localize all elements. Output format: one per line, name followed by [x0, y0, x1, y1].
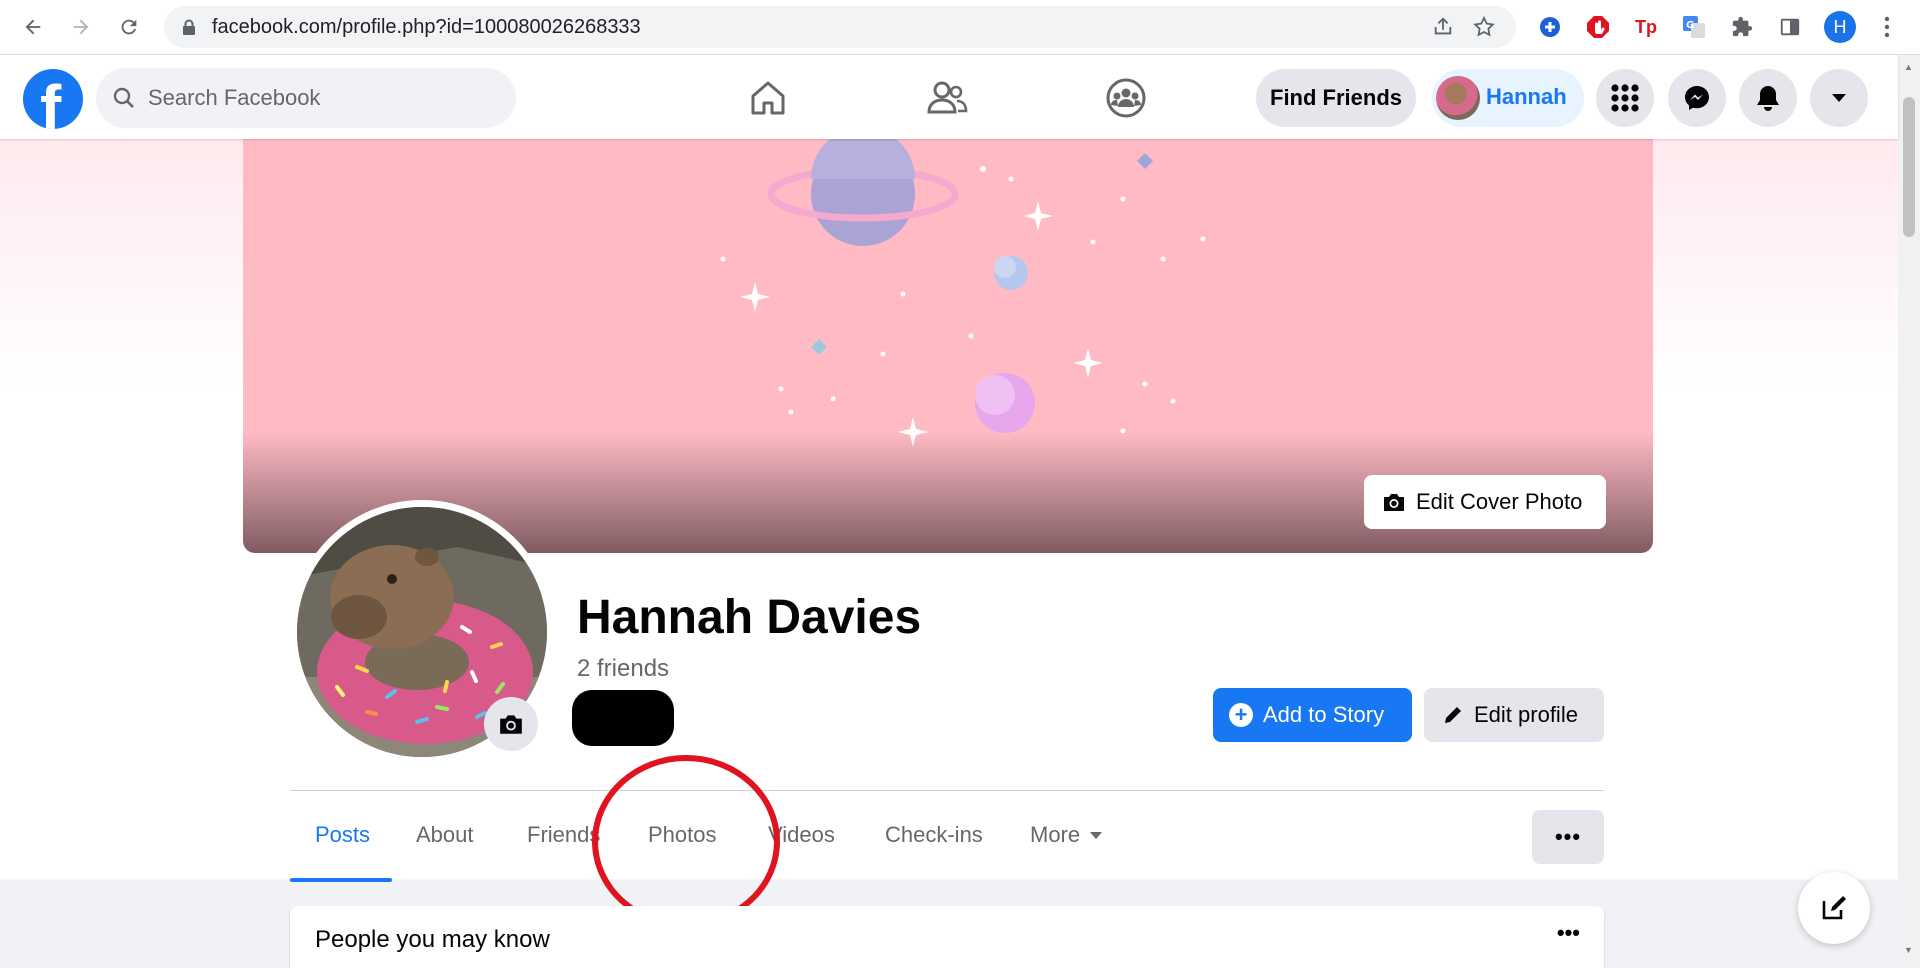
friends-icon[interactable]	[924, 75, 970, 121]
bookmark-star-icon[interactable]	[1472, 15, 1496, 39]
camera-icon	[1384, 494, 1404, 511]
edit-profile-button[interactable]: Edit profile	[1424, 688, 1604, 742]
active-tab-indicator	[290, 878, 392, 882]
groups-icon[interactable]	[1103, 75, 1149, 121]
browser-profile-avatar[interactable]: H	[1824, 11, 1856, 43]
page-scrollbar[interactable]: ▲ ▼	[1898, 55, 1920, 968]
reload-icon[interactable]	[114, 12, 144, 42]
notifications-bell-icon[interactable]	[1739, 69, 1797, 127]
tab-friends[interactable]: Friends	[527, 822, 600, 848]
tab-about[interactable]: About	[416, 822, 474, 848]
translate-icon[interactable]: G	[1680, 13, 1708, 41]
adblock-icon[interactable]	[1584, 13, 1612, 41]
find-friends-button[interactable]: Find Friends	[1256, 69, 1416, 127]
grammarly-icon[interactable]	[1536, 13, 1564, 41]
profile-more-options-button[interactable]: •••	[1532, 810, 1604, 864]
lock-icon	[183, 19, 195, 35]
profile-shortcut-name: Hannah	[1486, 84, 1567, 109]
share-icon[interactable]	[1432, 16, 1454, 38]
new-message-button[interactable]	[1798, 872, 1870, 944]
facebook-logo-icon[interactable]: f	[23, 69, 83, 129]
compose-icon	[1822, 896, 1846, 920]
edit-profile-label: Edit profile	[1474, 702, 1578, 727]
browser-toolbar: facebook.com/profile.php?id=100080026268…	[0, 0, 1920, 55]
add-to-story-button[interactable]: + Add to Story	[1213, 688, 1412, 742]
profile-shortcut[interactable]: Hannah	[1432, 69, 1584, 127]
edit-cover-photo-label: Edit Cover Photo	[1416, 489, 1583, 514]
redacted-block	[572, 690, 674, 746]
tp-icon[interactable]: Tp	[1632, 13, 1660, 41]
home-icon[interactable]	[745, 75, 791, 121]
edit-cover-photo-button[interactable]: Edit Cover Photo	[1364, 475, 1606, 529]
plus-icon: +	[1229, 703, 1253, 727]
address-bar[interactable]: facebook.com/profile.php?id=100080026268…	[164, 6, 1516, 48]
url-text: facebook.com/profile.php?id=100080026268…	[212, 16, 641, 38]
add-to-story-label: Add to Story	[1263, 702, 1385, 727]
search-input[interactable]	[148, 82, 478, 114]
tab-posts[interactable]: Posts	[315, 822, 370, 848]
messenger-icon[interactable]	[1668, 69, 1726, 127]
forward-icon[interactable]	[66, 12, 96, 42]
search-icon	[113, 87, 134, 108]
tab-check-ins[interactable]: Check-ins	[885, 822, 983, 848]
friends-count[interactable]: 2 friends	[577, 655, 669, 683]
card-title: People you may know	[315, 926, 550, 953]
profile-name: Hannah Davies	[577, 591, 922, 644]
change-profile-picture-button[interactable]	[484, 697, 538, 751]
card-options-button[interactable]: •••	[1557, 920, 1580, 946]
pencil-icon	[1445, 707, 1461, 723]
scroll-down-arrow-icon[interactable]: ▼	[1904, 945, 1913, 955]
back-icon[interactable]	[18, 12, 48, 42]
browser-menu-icon[interactable]	[1872, 12, 1902, 42]
svg-text:G: G	[1686, 20, 1694, 31]
scrollbar-thumb[interactable]	[1903, 97, 1915, 237]
search-box[interactable]	[96, 68, 516, 128]
puzzle-icon[interactable]	[1728, 13, 1756, 41]
menu-grid-icon[interactable]	[1596, 69, 1654, 127]
tab-more[interactable]: More	[1030, 822, 1103, 848]
caret-down-icon	[1090, 832, 1103, 839]
tab-more-label: More	[1030, 822, 1081, 847]
facebook-header: f Find Friends Hannah	[0, 55, 1898, 139]
people-you-may-know-card: People you may know •••	[290, 906, 1604, 968]
profile-divider	[290, 790, 1604, 791]
side-panel-icon[interactable]	[1776, 13, 1804, 41]
camera-icon	[500, 715, 522, 734]
account-dropdown-icon[interactable]	[1810, 69, 1868, 127]
avatar	[1436, 76, 1480, 120]
scroll-up-arrow-icon[interactable]: ▲	[1904, 62, 1913, 72]
annotation-circle	[592, 755, 780, 928]
